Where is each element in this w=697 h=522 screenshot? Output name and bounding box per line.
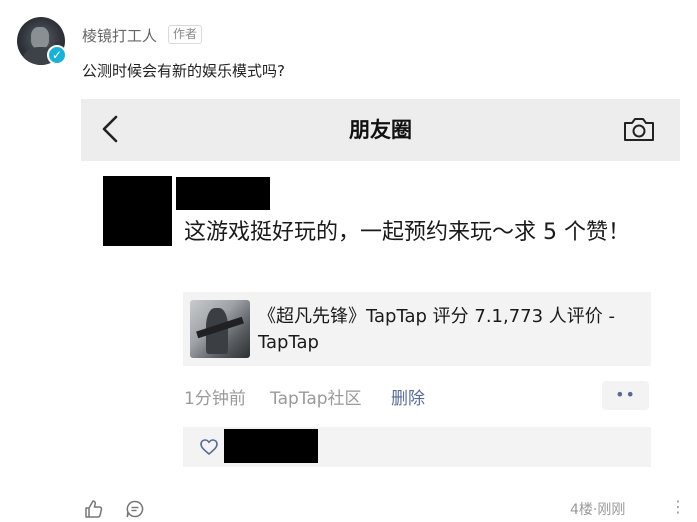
comment-time: 刚刚 [597, 502, 626, 518]
floor-info: 4楼·刚刚 [570, 499, 625, 519]
reply-icon[interactable] [125, 499, 145, 519]
redacted-name [176, 177, 270, 210]
post-time: 1分钟前 [184, 389, 246, 409]
verified-icon: ✓ [47, 45, 67, 65]
post-text: 这游戏挺好玩的，一起预约来玩～求 5 个赞！ [184, 220, 630, 245]
moments-title: 朋友圈 [349, 118, 412, 142]
post-source: TapTap社区 [270, 389, 362, 409]
redacted-avatar [103, 176, 172, 246]
floor-number: 4楼 [570, 502, 593, 518]
redacted-likers [224, 429, 318, 463]
comment-menu-icon[interactable]: ⋮ [670, 498, 686, 518]
username[interactable]: 棱镜打工人 [82, 25, 157, 46]
delete-link[interactable]: 删除 [391, 384, 425, 409]
author-tag: 作者 [168, 25, 203, 44]
link-title[interactable]: 《超凡先锋》TapTap 评分 7.1,773 人评价 - TapTap [258, 304, 648, 356]
game-thumbnail [190, 300, 250, 358]
camera-icon[interactable] [622, 114, 656, 144]
more-dots-icon[interactable]: •• [602, 381, 649, 410]
avatar-face [31, 27, 49, 49]
heart-icon [200, 439, 218, 455]
comment-text: 公测时候会有新的娱乐模式吗? [82, 62, 285, 80]
like-icon[interactable] [84, 499, 104, 519]
